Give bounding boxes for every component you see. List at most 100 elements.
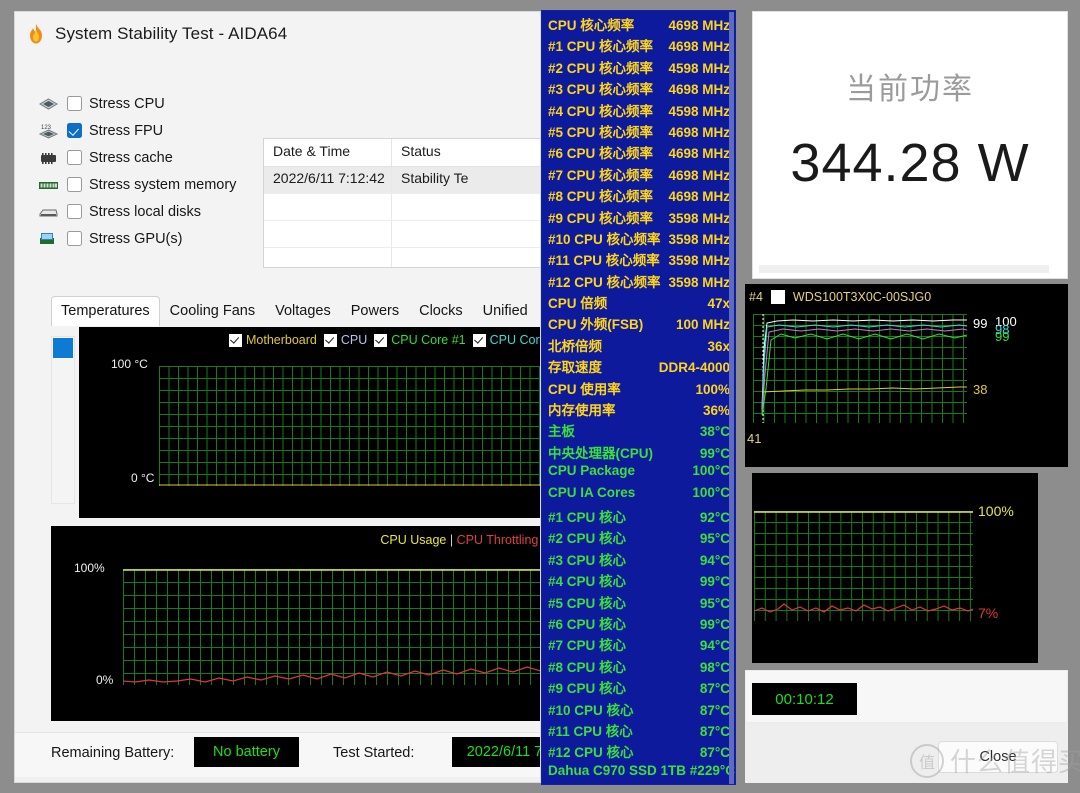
stress-option-memory[interactable]: Stress system memory: [37, 171, 267, 198]
right-usage-graph: 100% 7%: [752, 473, 1038, 663]
right-graph-bottom-left: 41: [747, 431, 762, 446]
sensor-name: #7 CPU 核心频率: [548, 167, 654, 183]
sensor-row: #8 CPU 核心 98°C: [548, 656, 730, 677]
slider-thumb[interactable]: [53, 338, 73, 358]
tab-clocks[interactable]: Clocks: [409, 296, 473, 326]
sensor-row: #4 CPU 核心频率 4598 MHz: [548, 100, 730, 121]
test-started-label: Test Started:: [333, 745, 415, 761]
sensor-row: #8 CPU 核心频率 4698 MHz: [548, 185, 730, 206]
legend-checkbox[interactable]: [472, 333, 486, 347]
sensor-value: 92°C: [699, 509, 730, 525]
table-row[interactable]: [264, 221, 540, 248]
sensor-row: #4 CPU 核心 99°C: [548, 570, 730, 591]
stress-fpu-checkbox[interactable]: [67, 123, 82, 138]
legend-item-cpu-core-1[interactable]: CPU Core #1: [374, 333, 466, 347]
tab-powers[interactable]: Powers: [341, 296, 409, 326]
temperature-graph: Motherboard CPU CPU Core #1 CPU Core 100…: [79, 327, 541, 518]
sensor-row: CPU 倍频 47x: [548, 292, 730, 313]
table-row[interactable]: [264, 194, 540, 221]
tab-unified[interactable]: Unified: [473, 296, 538, 326]
stress-option-fpu[interactable]: 123 Stress FPU: [37, 117, 267, 144]
legend-checkbox[interactable]: [229, 333, 242, 347]
sensor-value: 36x: [707, 338, 730, 354]
sensor-panel[interactable]: CPU 核心频率 4698 MHz #1 CPU 核心频率 4698 MHz #2 CP…: [541, 10, 736, 785]
sensor-row: CPU 使用率 100%: [548, 378, 730, 399]
tab-bar: Temperatures Cooling Fans Voltages Power…: [51, 296, 540, 326]
sensor-value: 4698 MHz: [668, 18, 730, 33]
sensor-value: 4698 MHz: [668, 189, 730, 205]
tab-cooling-fans[interactable]: Cooling Fans: [160, 296, 265, 326]
stress-cache-checkbox[interactable]: [67, 150, 82, 165]
gpu-card-icon: [37, 230, 60, 248]
sensor-row: CPU IA Cores 100°C: [548, 485, 730, 506]
sensor-scrollbar[interactable]: [729, 12, 734, 784]
window-title: System Stability Test - AIDA64: [55, 24, 288, 43]
sensor-name: 主板: [548, 424, 575, 440]
hard-disk-icon: [37, 203, 60, 221]
tab-temperatures[interactable]: Temperatures: [51, 296, 160, 326]
test-started-value: 2022/6/11 7: [452, 737, 540, 767]
legend-checkbox[interactable]: [323, 333, 337, 347]
right-graph-prefix: #4: [749, 290, 763, 304]
sensor-name: #3 CPU 核心频率: [548, 82, 654, 98]
sensor-value: 4698 MHz: [668, 82, 730, 98]
sensor-name: #1 CPU 核心: [548, 509, 627, 525]
sensor-row: #11 CPU 核心 87°C: [548, 720, 730, 741]
usage-traces: [123, 569, 540, 683]
button-bar: Start Stop Clear Save: [15, 777, 540, 782]
stress-memory-checkbox[interactable]: [67, 177, 82, 192]
table-row[interactable]: 2022/6/11 7:12:42 Stability Te: [264, 167, 540, 194]
sensor-name: #12 CPU 核心频率: [548, 274, 661, 290]
legend-checkbox[interactable]: [374, 333, 388, 347]
cpu-chip-icon: [37, 95, 60, 113]
tab-voltages[interactable]: Voltages: [265, 296, 341, 326]
legend-item-cpu-core-2[interactable]: CPU Core: [472, 333, 541, 347]
sensor-row: #1 CPU 核心 92°C: [548, 506, 730, 527]
legend-label: CPU Core: [489, 333, 541, 347]
table-row[interactable]: [264, 248, 540, 267]
test-log-table[interactable]: Date & Time Status 2022/6/11 7:12:42 Sta…: [263, 138, 540, 268]
sensor-name: #2 CPU 核心频率: [548, 60, 654, 76]
legend-label: CPU Core #1: [391, 333, 466, 347]
sensor-row: #12 CPU 核心频率 3598 MHz: [548, 271, 730, 292]
sensor-name: #3 CPU 核心: [548, 552, 627, 568]
sensor-row: 主板 38°C: [548, 420, 730, 441]
sensor-value: 95°C: [699, 531, 730, 547]
sensor-value: 4698 MHz: [668, 146, 730, 162]
sensor-value: 3598 MHz: [668, 253, 730, 269]
power-card-title: 当前功率: [846, 73, 974, 106]
stress-option-cache[interactable]: Stress cache: [37, 144, 267, 171]
elapsed-timer: 00:10:12: [752, 683, 857, 715]
sensor-row: #7 CPU 核心 94°C: [548, 634, 730, 655]
stress-cpu-checkbox[interactable]: [67, 96, 82, 111]
close-button[interactable]: Close: [938, 741, 1058, 773]
sensor-row: #2 CPU 核心 95°C: [548, 527, 730, 548]
temperature-scale-slider[interactable]: [51, 336, 75, 504]
sensor-value: 4598 MHz: [668, 103, 730, 119]
column-header-status: Status: [392, 139, 540, 166]
sensor-value: 98°C: [699, 659, 730, 675]
sensor-name: #6 CPU 核心频率: [548, 146, 654, 162]
sensor-name: #10 CPU 核心频率: [548, 231, 661, 247]
sensor-rows-container: CPU 核心频率 4698 MHz #1 CPU 核心频率 4698 MHz #2 CP…: [548, 14, 735, 784]
legend-item-cpu[interactable]: CPU: [323, 333, 367, 347]
sensor-name: Dahua C970 SSD 1TB #2: [548, 762, 705, 778]
stress-disks-checkbox[interactable]: [67, 204, 82, 219]
legend-label: Motherboard: [246, 333, 317, 347]
stress-gpu-checkbox[interactable]: [67, 231, 82, 246]
sensor-value: 87°C: [699, 745, 730, 761]
sensor-name: #11 CPU 核心: [548, 723, 633, 739]
legend-item-motherboard[interactable]: Motherboard: [229, 333, 317, 347]
right-usage-bottom-label: 7%: [978, 605, 999, 621]
sensor-value: 94°C: [699, 552, 730, 568]
right-temperature-graph: #4 WDS100T3X0C-00SJG0 99 100 98 99 38 41: [745, 284, 1068, 467]
stress-option-label: Stress CPU: [89, 95, 165, 112]
stress-option-disks[interactable]: Stress local disks: [37, 198, 267, 225]
legend-cpu-usage: CPU Usage: [380, 533, 447, 547]
right-graph-checkbox[interactable]: [770, 290, 785, 304]
stress-option-gpu[interactable]: Stress GPU(s): [37, 225, 267, 252]
right-graph-header: #4 WDS100T3X0C-00SJG0: [749, 290, 931, 304]
sensor-value: 87°C: [699, 702, 730, 718]
sensor-value: 4698 MHz: [668, 39, 730, 55]
stress-option-cpu[interactable]: Stress CPU: [37, 90, 267, 117]
